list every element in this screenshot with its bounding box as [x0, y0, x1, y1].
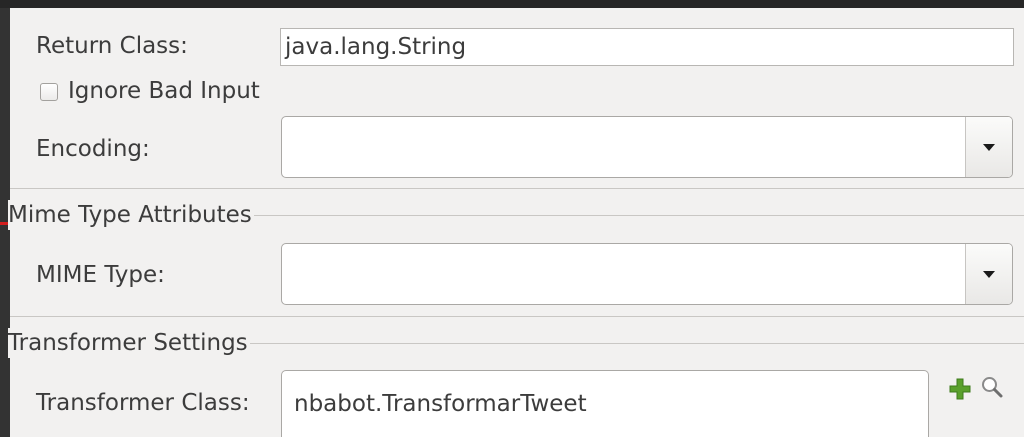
error-marker — [0, 222, 8, 225]
encoding-separator — [10, 188, 1024, 189]
mime-type-dropdown-button[interactable] — [965, 244, 1012, 304]
return-class-label: Return Class: — [36, 33, 188, 59]
transformer-class-value: nbabot.TransformarTweet — [294, 391, 587, 417]
mime-type-label: MIME Type: — [36, 262, 165, 288]
chevron-down-icon — [983, 271, 995, 278]
plus-icon[interactable] — [948, 377, 972, 401]
encoding-label: Encoding: — [36, 136, 150, 162]
magnifier-icon[interactable] — [980, 375, 1004, 399]
mime-type-combo[interactable] — [281, 243, 1013, 305]
ignore-bad-input-label: Ignore Bad Input — [68, 78, 260, 104]
encoding-dropdown-button[interactable] — [965, 117, 1012, 177]
mime-separator — [10, 316, 1024, 317]
ignore-bad-input-checkbox[interactable] — [40, 83, 58, 101]
transformer-class-label: Transformer Class: — [36, 390, 250, 416]
transformer-class-input[interactable]: nbabot.TransformarTweet — [281, 370, 929, 437]
transformer-section-title: Transformer Settings — [8, 328, 250, 358]
mime-section-title: Mime Type Attributes — [8, 200, 254, 230]
mime-type-value — [290, 244, 952, 304]
window-frame: Return Class: java.lang.String Ignore Ba… — [0, 0, 1024, 437]
encoding-combo[interactable] — [281, 116, 1013, 178]
return-class-input[interactable]: java.lang.String — [280, 28, 1014, 66]
window-top-bar — [0, 0, 1024, 8]
properties-panel: Return Class: java.lang.String Ignore Ba… — [8, 8, 1024, 437]
encoding-value — [290, 117, 952, 177]
chevron-down-icon — [983, 144, 995, 151]
